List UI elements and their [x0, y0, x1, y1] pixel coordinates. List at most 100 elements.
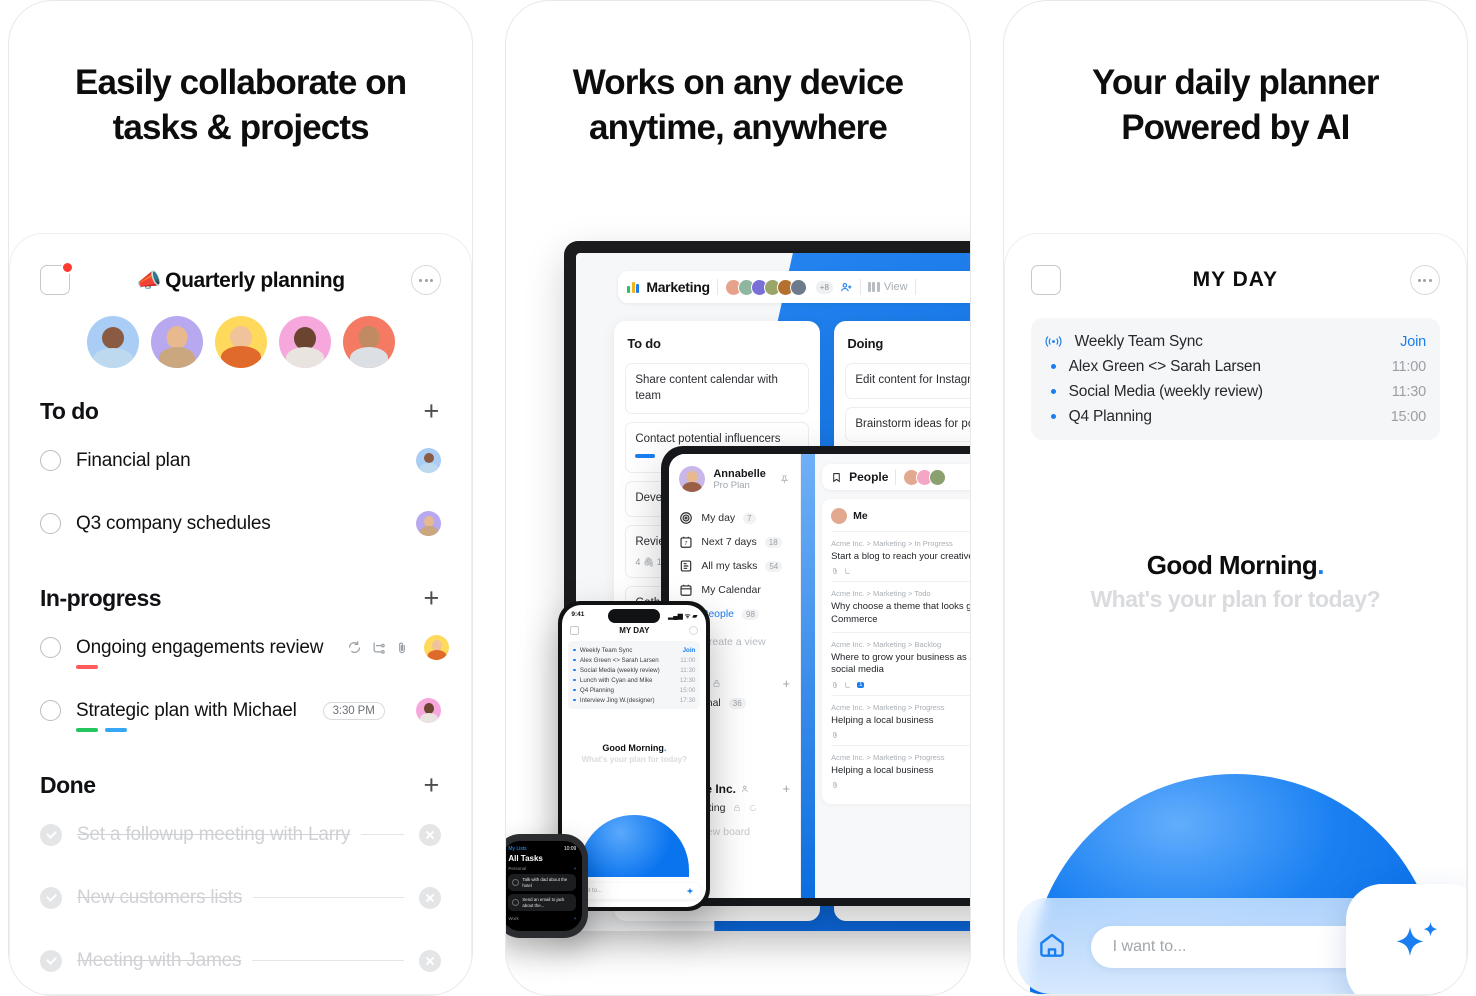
task-assignee-avatar[interactable] [416, 698, 442, 723]
target-icon [680, 512, 693, 524]
agenda-time: 11:30 [680, 666, 696, 674]
task-checkbox[interactable] [40, 700, 61, 721]
tablet-card[interactable]: Acme Inc. > Marketing > Progress Helping… [831, 694, 970, 745]
avatar[interactable] [342, 316, 395, 368]
task-meta-icons [347, 640, 409, 655]
join-button[interactable]: Join [683, 647, 696, 654]
tablet-card[interactable]: Acme Inc. > Marketing > Backlog Where to… [831, 632, 970, 695]
task-assignee-avatar[interactable] [416, 511, 442, 536]
task-checkbox[interactable] [40, 637, 61, 658]
agenda-time: 17:30 [679, 696, 696, 704]
laptop-card[interactable]: Share content calendar with team [625, 363, 810, 415]
greeting-dot-icon: . [663, 743, 667, 753]
people-avatars[interactable] [903, 468, 947, 486]
agenda-row[interactable]: Alex Green <> Sarah Larsen 11:00 [573, 655, 695, 665]
avatar[interactable] [789, 278, 807, 296]
add-board-button[interactable]: + [783, 781, 791, 796]
phone-greeting-subtitle: What's your plan for today? [581, 755, 688, 764]
agenda-row[interactable]: Weekly Team Sync Join [573, 645, 695, 655]
divider [716, 279, 718, 295]
repeat-icon [349, 641, 361, 653]
agenda-row[interactable]: Social Media (weekly review) 11:30 [1045, 379, 1426, 404]
board-select-checkbox[interactable] [40, 261, 74, 295]
add-icon[interactable]: + [574, 916, 577, 921]
sidebar-item-my-day[interactable]: My day 7 [679, 506, 790, 530]
ai-assistant-button[interactable] [1345, 884, 1466, 994]
tablet-card[interactable]: Acme Inc. > Marketing > Todo Why choose … [831, 581, 970, 632]
avatar[interactable] [150, 316, 203, 368]
sidebar-item-count: 7 [743, 512, 756, 524]
watch-task-row[interactable]: Talk with dad about the hotel [508, 874, 577, 891]
panel-devices: Works on any device anytime, anywhere Ma… [505, 0, 971, 996]
view-switcher[interactable]: View [867, 281, 908, 293]
pin-icon[interactable] [779, 474, 790, 485]
done-task-row[interactable]: Meeting with James [40, 929, 442, 992]
member-avatars[interactable] [724, 278, 807, 296]
card-breadcrumb: Acme Inc. > Marketing > Progress [831, 753, 945, 763]
sparkle-icon[interactable] [686, 887, 694, 895]
agenda-row[interactable]: Lunch with Cyan and Mike 12:30 [573, 675, 695, 685]
board-more-options-button[interactable] [411, 265, 442, 295]
add-list-button[interactable]: + [783, 676, 791, 691]
task-checkbox[interactable] [512, 879, 520, 886]
add-task-button-todo[interactable]: + [424, 398, 442, 425]
add-task-button-inprogress[interactable]: + [424, 585, 442, 612]
home-icon[interactable] [1037, 930, 1067, 960]
tablet-card[interactable]: Acme Inc. > Marketing > In Progress Star… [831, 531, 970, 581]
strikethrough-line [361, 834, 405, 835]
task-assignee-avatar[interactable] [416, 448, 442, 473]
avatar[interactable] [929, 468, 947, 486]
card-breadcrumb: Acme Inc. > Marketing > Progress [831, 702, 945, 712]
task-row[interactable]: Ongoing engagements review [40, 616, 450, 679]
agenda-row[interactable]: Alex Green <> Sarah Larsen 11:00 [1045, 354, 1426, 379]
sidebar-item-all-my-tasks[interactable]: All my tasks 54 [679, 554, 790, 578]
agenda-row[interactable]: Social Media (weekly review) 11:30 [573, 665, 695, 675]
agenda-row[interactable]: Weekly Team Sync Join [1045, 329, 1426, 354]
task-assignee-avatar[interactable] [424, 635, 450, 660]
laptop-card[interactable]: Brainstorm ideas for posts [845, 406, 970, 443]
task-row[interactable]: Strategic plan with Michael 3:30 PM [40, 679, 442, 742]
agenda-row[interactable]: Q4 Planning 15:00 [1045, 404, 1426, 429]
completed-check-icon[interactable] [40, 886, 62, 909]
task-checkbox[interactable] [40, 450, 61, 471]
add-task-button-done[interactable]: + [424, 772, 442, 799]
notification-dot-icon [61, 261, 74, 274]
avatar[interactable] [214, 316, 267, 368]
task-row[interactable]: Financial plan [40, 429, 442, 492]
watch-task-row[interactable]: Send an email to jack about the... [508, 894, 577, 911]
user-plan: Pro Plan [713, 479, 750, 491]
watch-back-label[interactable]: My Lists [508, 846, 526, 852]
done-task-row[interactable]: New customers lists [40, 866, 442, 929]
agenda-row[interactable]: Interview Jing W.(designer) 17:30 [573, 695, 695, 705]
remove-task-button[interactable] [419, 886, 442, 909]
user-profile[interactable]: Annabelle Pro Plan [679, 466, 790, 492]
task-checkbox[interactable] [40, 513, 61, 534]
laptop-card[interactable]: Edit content for Instagram [845, 363, 970, 399]
panel-1-headline-line1: Easily collaborate on [75, 63, 407, 102]
sidebar-item-next-7-days[interactable]: 7 Next 7 days 18 [679, 530, 790, 554]
bullet-icon [1050, 389, 1056, 394]
remove-task-button[interactable] [419, 823, 442, 846]
done-task-row[interactable]: Set a followup meeting with Larry [40, 803, 442, 866]
add-person-icon[interactable] [840, 281, 853, 294]
agenda-row[interactable]: Q4 Planning 15:00 [573, 685, 695, 695]
attachment-icon [833, 681, 837, 688]
panel-2-headline-line2: anytime, anywhere [589, 107, 888, 147]
section-title: In-progress [40, 585, 162, 611]
completed-check-icon[interactable] [40, 949, 62, 972]
remove-task-button[interactable] [419, 949, 442, 972]
sidebar-item-my-calendar[interactable]: My Calendar [679, 578, 790, 602]
avatar[interactable] [86, 316, 139, 368]
join-button[interactable]: Join [1400, 334, 1426, 350]
task-checkbox[interactable] [512, 899, 520, 906]
tablet-card[interactable]: Acme Inc. > Marketing > Progress Helping… [831, 745, 970, 795]
me-header: Me [831, 508, 970, 524]
add-icon[interactable]: + [574, 866, 577, 871]
card-text: Contact potential influencers [635, 433, 781, 446]
overflow-members-count: +8 [815, 280, 833, 294]
phone-header: MY DAY [562, 620, 706, 638]
done-task-label: Meeting with James [77, 949, 242, 971]
avatar[interactable] [278, 316, 331, 368]
completed-check-icon[interactable] [40, 823, 62, 846]
task-row[interactable]: Q3 company schedules [40, 492, 442, 555]
